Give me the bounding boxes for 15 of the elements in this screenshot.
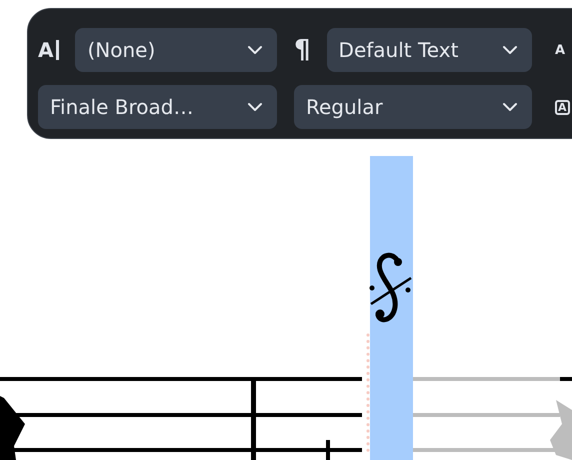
note-stem: [326, 440, 330, 460]
segno-symbol[interactable]: [370, 252, 412, 322]
style-dropdown[interactable]: Regular: [294, 85, 532, 129]
chevron-icon: [247, 45, 263, 55]
style-dropdown[interactable]: (None): [75, 28, 277, 72]
text-size-icon[interactable]: A: [555, 44, 566, 56]
chevron-icon: [502, 45, 518, 55]
style-dropdown[interactable]: Finale Broad…: [38, 85, 277, 129]
rest-symbol: [0, 396, 25, 460]
chevron-icon: [502, 102, 518, 112]
chevron-icon: [247, 102, 263, 112]
style-dropdown[interactable]: Default Text: [326, 28, 532, 72]
paragraph-style-icon[interactable]: ¶: [294, 37, 311, 63]
text-frame-icon[interactable]: A: [555, 100, 570, 114]
rest-symbol: [550, 400, 572, 460]
